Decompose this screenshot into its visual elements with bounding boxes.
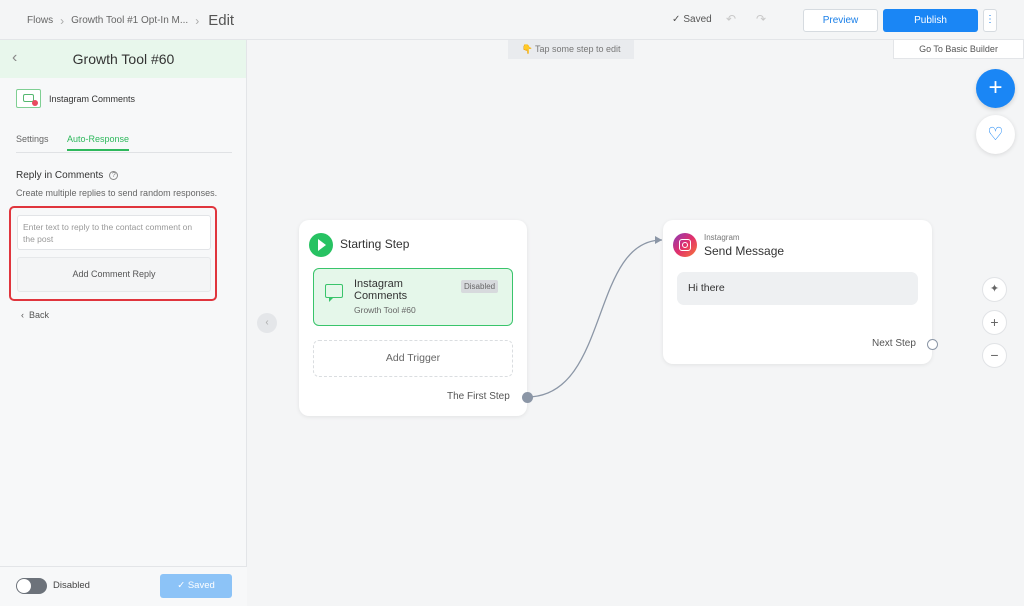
magic-wand-icon[interactable]: ✦ [982,277,1007,302]
next-step-connector[interactable] [927,339,938,350]
first-step-label: The First Step [447,391,510,402]
status-badge: Disabled [461,280,499,293]
starting-step-card[interactable]: Starting Step Instagram Comments Growth … [299,220,527,416]
message-platform: Instagram [704,233,740,242]
comment-icon [325,284,343,302]
heart-icon[interactable]: ♡ [976,115,1015,154]
starting-step-title: Starting Step [340,237,410,251]
instagram-icon [673,233,697,257]
trigger-subtitle: Growth Tool #60 [354,305,416,315]
zoom-out-icon[interactable]: − [982,343,1007,368]
send-message-card[interactable]: Instagram Send Message Hi there Next Ste… [663,220,932,364]
instagram-comments-trigger[interactable]: Instagram Comments Growth Tool #60 Disab… [313,268,513,326]
add-step-button[interactable]: + [976,69,1015,108]
message-bubble[interactable]: Hi there [677,272,918,305]
next-step-label: Next Step [872,338,916,349]
output-connector[interactable] [522,392,533,403]
message-step-title: Send Message [704,244,785,258]
zoom-in-icon[interactable]: + [982,310,1007,335]
play-icon [309,233,333,257]
add-trigger-button[interactable]: Add Trigger [313,340,513,377]
trigger-title: Instagram Comments [354,278,408,302]
